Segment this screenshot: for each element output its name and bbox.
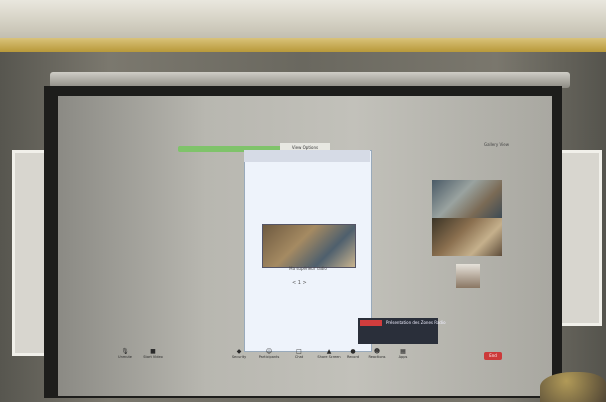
- mic-icon: 🎙: [121, 348, 129, 355]
- end-meeting-button[interactable]: End: [484, 352, 502, 360]
- toolbar-people-button[interactable]: ☺ Participants: [256, 348, 282, 359]
- ceiling-trim: [0, 38, 606, 52]
- toolbar-label: Chat: [294, 355, 304, 359]
- apps-icon: ▦: [400, 348, 406, 355]
- chat-icon: □: [296, 348, 302, 355]
- toolbar-label: Record: [346, 355, 360, 359]
- photo-caption: Ma supérieur radio: [289, 266, 327, 271]
- notification-title: Présentation des Zones Radio: [386, 320, 446, 325]
- shared-photo: [262, 224, 356, 268]
- participant-video-3[interactable]: [456, 264, 480, 288]
- toolbar-apps-button[interactable]: ▦ Apps: [390, 348, 416, 359]
- toolbar-label: Share Screen: [317, 355, 341, 359]
- photo-pager[interactable]: < 1 >: [292, 280, 307, 286]
- shield-icon: ◆: [236, 348, 242, 355]
- toolbar-record-button[interactable]: ● Record: [340, 348, 366, 359]
- notification-tag: [360, 320, 382, 326]
- foreground-object: [540, 372, 606, 402]
- share-icon: ▲: [326, 348, 332, 355]
- toolbar-label: Participants: [258, 355, 280, 359]
- participant-video-2[interactable]: [432, 218, 502, 256]
- gallery-view-button[interactable]: Gallery View: [484, 142, 509, 147]
- toolbar-shield-button[interactable]: ◆ Security: [226, 348, 252, 359]
- people-icon: ☺: [265, 348, 273, 355]
- toolbar-label: Reactions: [368, 355, 386, 359]
- toolbar-video-button[interactable]: ■ Start Video: [140, 348, 166, 359]
- participant-video-1[interactable]: [432, 180, 502, 218]
- toolbar-label: Security: [231, 355, 247, 359]
- toolbar-mic-button[interactable]: 🎙 Unmute: [112, 348, 138, 359]
- toolbar-share-button[interactable]: ▲ Share Screen: [316, 348, 342, 359]
- toolbar-label: Start Video: [143, 355, 163, 359]
- toolbar-smile-button[interactable]: ☻ Reactions: [364, 348, 390, 359]
- smile-icon: ☻: [373, 348, 381, 355]
- toolbar-chat-button[interactable]: □ Chat: [286, 348, 312, 359]
- record-icon: ●: [350, 348, 356, 355]
- toolbar-label: Unmute: [118, 355, 132, 359]
- phone-status-bar: [244, 150, 370, 162]
- toolbar-label: Apps: [398, 355, 408, 359]
- video-icon: ■: [150, 348, 156, 355]
